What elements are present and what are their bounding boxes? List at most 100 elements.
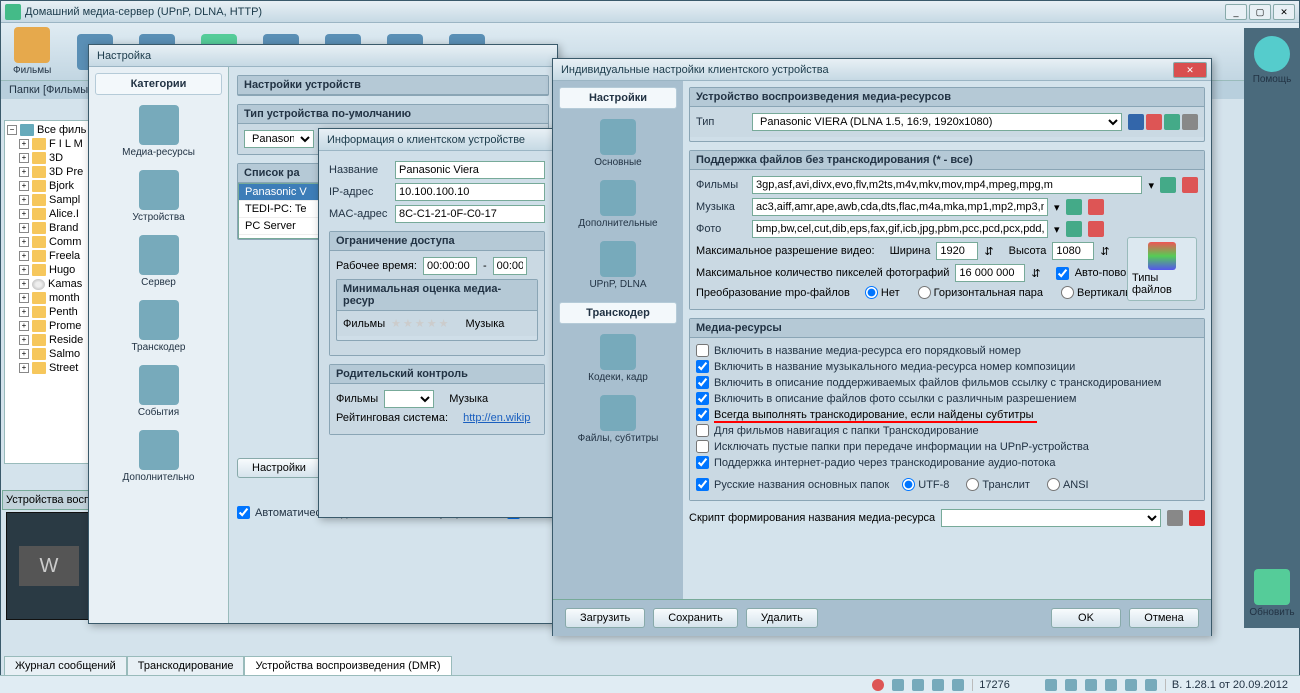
tree-item[interactable]: +Kamas xyxy=(7,277,97,291)
check-input[interactable] xyxy=(696,360,709,373)
expand-icon[interactable]: + xyxy=(19,293,29,303)
expand-icon[interactable]: + xyxy=(19,279,29,289)
check-input[interactable] xyxy=(696,376,709,389)
films-del-icon[interactable] xyxy=(1182,177,1198,193)
expand-icon[interactable]: + xyxy=(19,307,29,317)
tab-transcoding[interactable]: Транскодирование xyxy=(127,656,245,675)
mpo-none-radio[interactable] xyxy=(865,286,878,299)
check-input[interactable] xyxy=(696,408,709,421)
tree-item[interactable]: +month xyxy=(7,291,97,305)
status-icon-1[interactable] xyxy=(872,679,884,691)
photo-add-icon[interactable] xyxy=(1066,221,1082,237)
tree-root-label[interactable]: Все филь xyxy=(37,124,86,136)
expand-icon[interactable]: + xyxy=(19,209,29,219)
minimize-button[interactable]: _ xyxy=(1225,4,1247,20)
status-icon-3[interactable] xyxy=(912,679,924,691)
maximize-button[interactable]: ▢ xyxy=(1249,4,1271,20)
pixels-input[interactable] xyxy=(955,264,1025,282)
pfilms-select[interactable] xyxy=(384,390,434,408)
load-button[interactable]: Загрузить xyxy=(565,608,645,628)
height-input[interactable] xyxy=(1052,242,1094,260)
check-input[interactable] xyxy=(696,440,709,453)
enc-translit-radio[interactable] xyxy=(966,478,979,491)
pixels-spinner[interactable]: ⇵ xyxy=(1031,267,1040,280)
status-iconb-5[interactable] xyxy=(1125,679,1137,691)
cancel-button[interactable]: Отмена xyxy=(1129,608,1199,628)
ind-side-Основные[interactable]: Основные xyxy=(559,113,677,174)
settings-button[interactable]: Настройки xyxy=(237,458,321,478)
default-type-select[interactable]: Panasonic xyxy=(244,130,314,148)
width-spinner[interactable]: ⇵ xyxy=(984,245,993,258)
status-iconb-1[interactable] xyxy=(1045,679,1057,691)
tree-item[interactable]: +Penth xyxy=(7,305,97,319)
category-Медиа-ресурсы[interactable]: Медиа-ресурсы xyxy=(95,99,222,164)
mpo-vert-radio[interactable] xyxy=(1061,286,1074,299)
autorotate-check[interactable] xyxy=(1056,267,1069,280)
tab-log[interactable]: Журнал сообщений xyxy=(4,656,127,675)
width-input[interactable] xyxy=(936,242,978,260)
check-input[interactable] xyxy=(696,424,709,437)
expand-icon[interactable]: + xyxy=(19,251,29,261)
mac-input[interactable] xyxy=(395,205,545,223)
tree-item[interactable]: +Freela xyxy=(7,249,97,263)
file-types-button[interactable]: Типы файлов xyxy=(1127,237,1197,301)
tree-item[interactable]: +Street xyxy=(7,361,97,375)
enc-ansi-radio[interactable] xyxy=(1047,478,1060,491)
ind-side-Дополнительные[interactable]: Дополнительные xyxy=(559,174,677,235)
height-spinner[interactable]: ⇵ xyxy=(1100,245,1109,258)
category-Сервер[interactable]: Сервер xyxy=(95,229,222,294)
device-thumbnail[interactable]: W xyxy=(6,512,92,620)
time-to[interactable] xyxy=(493,257,527,275)
mpo-horiz-radio[interactable] xyxy=(918,286,931,299)
expand-icon[interactable]: + xyxy=(19,195,29,205)
time-from[interactable] xyxy=(423,257,477,275)
expand-icon[interactable]: + xyxy=(19,181,29,191)
tree-item[interactable]: +Brand xyxy=(7,221,97,235)
category-Транскодер[interactable]: Транскодер xyxy=(95,294,222,359)
status-icon-5[interactable] xyxy=(952,679,964,691)
ip-input[interactable] xyxy=(395,183,545,201)
expand-icon[interactable]: + xyxy=(19,153,29,163)
expand-icon[interactable]: + xyxy=(19,349,29,359)
photo-ext-input[interactable] xyxy=(752,220,1048,238)
save-type-icon[interactable] xyxy=(1128,114,1144,130)
tree-item[interactable]: +Comm xyxy=(7,235,97,249)
status-iconb-3[interactable] xyxy=(1085,679,1097,691)
copy-type-icon[interactable] xyxy=(1182,114,1198,130)
tree-item[interactable]: +Hugo xyxy=(7,263,97,277)
expand-icon[interactable]: + xyxy=(19,167,29,177)
status-icon-2[interactable] xyxy=(892,679,904,691)
close-button[interactable]: ✕ xyxy=(1273,4,1295,20)
category-Устройства[interactable]: Устройства xyxy=(95,164,222,229)
tree-item[interactable]: +Prome xyxy=(7,319,97,333)
status-iconb-2[interactable] xyxy=(1065,679,1077,691)
device-type-select[interactable]: Panasonic VIERA (DLNA 1.5, 16:9, 1920x10… xyxy=(752,113,1122,131)
ind-side-Файлы, субтитры[interactable]: Файлы, субтитры xyxy=(559,389,677,450)
save-button[interactable]: Сохранить xyxy=(653,608,738,628)
tree-item[interactable]: +Reside xyxy=(7,333,97,347)
ind-side-Кодеки, кадр[interactable]: Кодеки, кадр xyxy=(559,328,677,389)
status-iconb-4[interactable] xyxy=(1105,679,1117,691)
films-tool[interactable]: Фильмы xyxy=(9,25,55,78)
folder-tree[interactable]: −Все филь +F I L M+3D+3D Pre+Bjork+Sampl… xyxy=(4,120,100,464)
tree-item[interactable]: +Sampl xyxy=(7,193,97,207)
category-Дополнительно[interactable]: Дополнительно xyxy=(95,424,222,489)
name-input[interactable] xyxy=(395,161,545,179)
ind-close-button[interactable]: ✕ xyxy=(1173,62,1207,78)
expand-icon[interactable]: + xyxy=(19,265,29,275)
delete-button[interactable]: Удалить xyxy=(746,608,818,628)
tab-dmr[interactable]: Устройства воспроизведения (DMR) xyxy=(244,656,451,675)
expand-icon[interactable]: + xyxy=(19,139,29,149)
music-ext-input[interactable] xyxy=(752,198,1048,216)
info-type-icon[interactable] xyxy=(1164,114,1180,130)
films-dd[interactable]: ▾ xyxy=(1148,179,1154,192)
ok-button[interactable]: OK xyxy=(1051,608,1121,628)
expand-icon[interactable]: + xyxy=(19,363,29,373)
script-del-icon[interactable] xyxy=(1189,510,1205,526)
ind-side-UPnP, DLNA[interactable]: UPnP, DLNA xyxy=(559,235,677,296)
help-button[interactable]: Помощь xyxy=(1249,34,1296,87)
script-edit-icon[interactable] xyxy=(1167,510,1183,526)
expand-icon[interactable]: + xyxy=(19,335,29,345)
music-dd[interactable]: ▾ xyxy=(1054,201,1060,214)
check-input[interactable] xyxy=(696,344,709,357)
